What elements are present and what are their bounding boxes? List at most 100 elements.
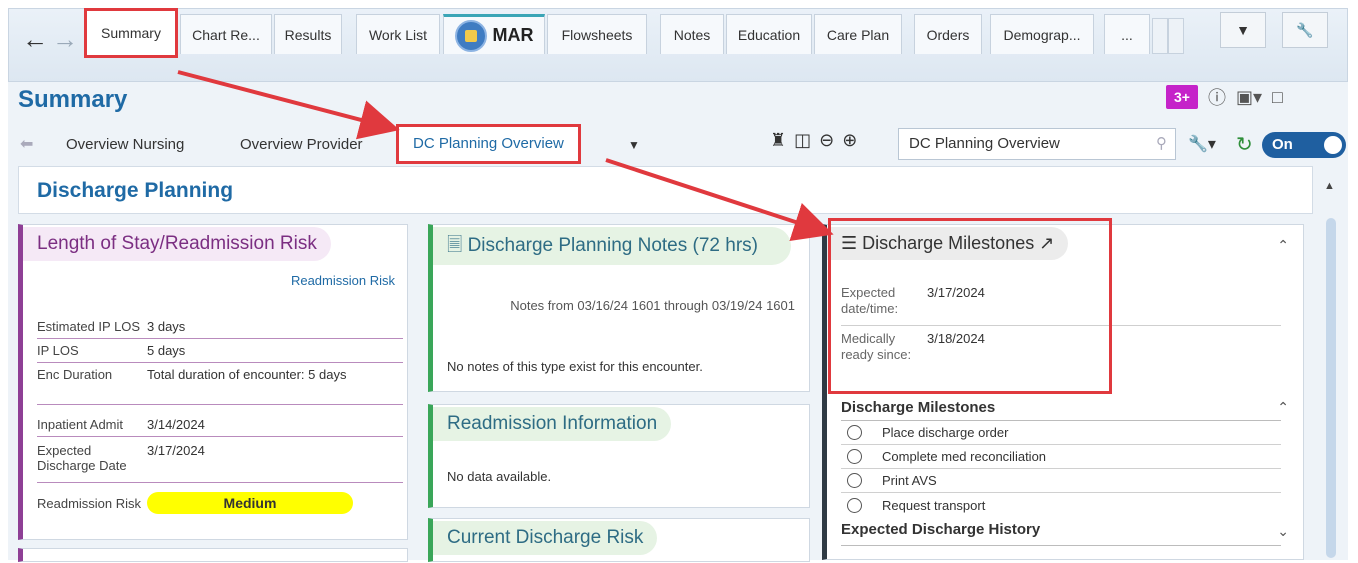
current-discharge-risk-card: Current Discharge Risk [428, 518, 810, 562]
row-label: Expected Discharge Date [37, 443, 127, 473]
toggle-knob [1322, 134, 1344, 156]
milestone-radio[interactable] [847, 425, 862, 440]
tab-dropdown-button[interactable]: ▼ [1220, 12, 1266, 48]
notes-icon: 🗏 [447, 235, 468, 256]
milestone-label: Complete med reconciliation [882, 449, 1047, 464]
zoom-out-icon[interactable]: ⊖ [819, 130, 834, 151]
readmission-empty-message: No data available. [447, 469, 552, 484]
auto-refresh-toggle[interactable]: On [1262, 132, 1346, 158]
los-row: Expected Discharge Date 3/17/2024 [37, 443, 403, 483]
notes-range: Notes from 03/16/24 1601 through 03/19/2… [510, 298, 795, 313]
card-title-container: 🗏 Discharge Planning Notes (72 hrs) [433, 227, 791, 265]
milestone-radio[interactable] [847, 449, 862, 464]
tab-stack-decoration [1168, 18, 1184, 54]
back-arrow-icon[interactable]: ⬅ [20, 134, 33, 154]
tab-stack-decoration [1152, 18, 1168, 54]
milestone-item[interactable]: Place discharge order [841, 421, 1281, 445]
history-title: Expected Discharge History [841, 521, 1041, 538]
medically-ready-row: Medically ready since: 3/18/2024 [841, 331, 1101, 363]
tab-notes[interactable]: Notes [660, 14, 724, 54]
expected-date-row: Expected date/time: 3/17/2024 [841, 285, 1101, 317]
tab-mar[interactable]: MAR [443, 14, 545, 54]
readmission-info-card: Readmission Information No data availabl… [428, 404, 810, 508]
tab-label: Orders [926, 26, 970, 43]
card-title: Length of Stay/Readmission Risk [23, 227, 331, 261]
report-search-input[interactable]: DC Planning Overview ⚲ [898, 128, 1176, 160]
forward-arrow-icon[interactable]: → [52, 26, 78, 52]
help-icon[interactable]: ⓘ [1208, 84, 1226, 110]
tab-education[interactable]: Education [726, 14, 812, 54]
card-title: Discharge Milestones [862, 233, 1035, 253]
copy-icon[interactable]: ◫ [794, 130, 811, 151]
notification-badge[interactable]: 3+ [1166, 85, 1198, 109]
wrench-button[interactable]: 🔧 [1282, 12, 1328, 48]
card-title-container: ☰ Discharge Milestones ↗ [827, 227, 1069, 260]
zoom-in-icon[interactable]: ⊕ [842, 130, 857, 151]
vertical-scrollbar[interactable]: ▲ [1318, 166, 1342, 560]
tab-more[interactable]: ... [1104, 14, 1150, 54]
tab-orders[interactable]: Orders [914, 14, 982, 54]
milestone-label: Print AVS [882, 473, 937, 488]
collapse-icon[interactable]: ⌃ [1277, 399, 1289, 416]
window-icon[interactable]: □ [1272, 87, 1283, 108]
row-value: Total duration of encounter: 5 days [147, 367, 347, 382]
notes-empty-message: No notes of this type exist for this enc… [447, 359, 703, 374]
scroll-up-icon[interactable]: ▲ [1324, 180, 1335, 192]
los-row: IP LOS 5 days [37, 343, 403, 363]
wrench-icon[interactable]: 🔧▾ [1188, 134, 1216, 154]
tab-work-list[interactable]: Work List [356, 14, 440, 54]
search-value: DC Planning Overview [909, 135, 1060, 152]
row-value: 5 days [147, 343, 186, 358]
los-row: Inpatient Admit 3/14/2024 [37, 417, 403, 437]
los-row: Readmission Risk Medium [37, 489, 403, 517]
layout-icon[interactable]: ▣▾ [1236, 87, 1262, 108]
tab-care-plan[interactable]: Care Plan [814, 14, 902, 54]
tab-demographics[interactable]: Demograp... [990, 14, 1094, 54]
tab-label: Summary [101, 25, 161, 41]
milestone-label: Request transport [882, 497, 986, 513]
tab-results[interactable]: Results [274, 14, 342, 54]
readmission-risk-link[interactable]: Readmission Risk [291, 273, 395, 288]
binoculars-icon[interactable]: ♜ [770, 130, 786, 151]
mar-logo-icon [454, 19, 487, 52]
row-label: Estimated IP LOS [37, 319, 141, 334]
row-value: 3/14/2024 [147, 417, 205, 432]
row-label: Inpatient Admit [37, 417, 123, 432]
card-title: Readmission Information [433, 407, 672, 441]
milestone-radio[interactable] [847, 473, 862, 488]
section-header: Discharge Planning [18, 166, 1313, 214]
section-title: Discharge Planning [37, 179, 234, 202]
milestones-list-title: Discharge Milestones [841, 399, 996, 416]
discharge-milestones-card: ☰ Discharge Milestones ↗ ⌃ Expected date… [822, 224, 1304, 560]
header-tools: 3+ ⓘ ▣▾ □ [1166, 84, 1283, 110]
caret-down-icon: ▼ [1236, 22, 1250, 38]
los-row: Enc Duration Total duration of encounter… [37, 367, 403, 405]
milestone-radio[interactable] [847, 497, 862, 513]
row-label: Medically ready since: [841, 331, 912, 362]
milestone-item[interactable]: Request transport [841, 493, 1281, 517]
search-icon[interactable]: ⚲ [1156, 134, 1167, 152]
subtab-overview-nursing[interactable]: Overview Nursing [66, 136, 184, 153]
subtab-overview-provider[interactable]: Overview Provider [240, 136, 363, 153]
refresh-icon[interactable]: ↻ [1236, 132, 1253, 157]
milestone-item[interactable]: Print AVS [841, 469, 1281, 493]
card-title: Current Discharge Risk [433, 521, 658, 555]
tab-label: Chart Re... [192, 26, 260, 43]
tab-summary[interactable]: Summary [84, 8, 178, 58]
tab-flowsheets[interactable]: Flowsheets [547, 14, 647, 54]
back-arrow-icon[interactable]: ← [22, 26, 48, 52]
milestone-item[interactable]: Complete med reconciliation [841, 445, 1281, 469]
history-nav: ← → [18, 21, 82, 57]
tab-label: Work List [368, 26, 428, 43]
subtab-dropdown-icon[interactable]: ▼ [628, 138, 640, 152]
subtab-dc-planning-overview[interactable]: DC Planning Overview [396, 124, 581, 164]
row-value: 3/17/2024 [927, 285, 985, 300]
row-label: Expected date/time: [841, 285, 899, 316]
collapse-icon[interactable]: ⌃ [1277, 237, 1289, 254]
row-value: 3/18/2024 [927, 331, 985, 346]
scroll-thumb[interactable] [1326, 218, 1336, 558]
edit-icon[interactable]: ↗ [1039, 233, 1054, 253]
tab-chart-review[interactable]: Chart Re... [180, 14, 272, 54]
expand-icon[interactable]: ⌄ [1277, 523, 1289, 540]
tab-label: MAR [492, 25, 534, 45]
